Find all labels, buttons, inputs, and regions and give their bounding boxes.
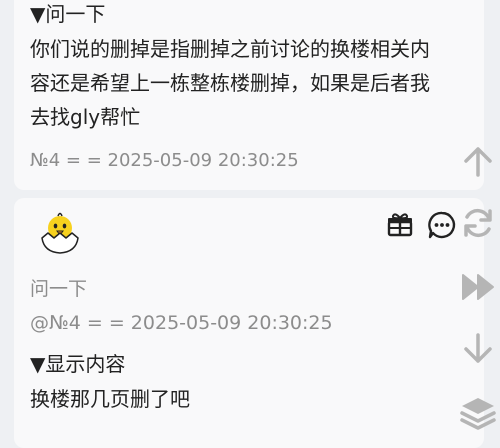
gift-icon[interactable] — [386, 210, 414, 242]
reply-card: 问一下 @№4 = = 2025-05-09 20:30:25 ▼显示内容 换楼… — [14, 198, 484, 448]
comment-icon[interactable] — [427, 210, 457, 244]
post-body-line: 容还是希望上一栋整栋楼删掉，如果是后者我 — [30, 71, 430, 95]
arrow-down-icon[interactable] — [459, 330, 497, 372]
quote-meta[interactable]: @№4 = = 2025-05-09 20:30:25 — [30, 312, 333, 334]
arrow-up-icon[interactable] — [459, 142, 497, 184]
reply-body: 换楼那几页删了吧 — [30, 387, 190, 411]
quote-title: 问一下 — [30, 278, 88, 300]
post-body-line: 你们说的删掉是指删掉之前讨论的换楼相关内 — [30, 37, 430, 61]
chick-in-eggshell-avatar-icon — [41, 212, 79, 254]
post-meta: №4 = = 2025-05-09 20:30:25 — [30, 150, 299, 171]
collapse-toggle[interactable]: ▼问一下 — [30, 0, 105, 27]
layers-icon[interactable] — [458, 394, 498, 438]
avatar[interactable] — [36, 208, 84, 256]
post-body-line: 去找gly帮忙 — [30, 105, 141, 129]
show-content-toggle[interactable]: ▼显示内容 — [30, 348, 125, 377]
fast-forward-icon[interactable] — [458, 268, 498, 310]
post-body: 你们说的删掉是指删掉之前讨论的换楼相关内 容还是希望上一栋整栋楼删掉，如果是后者… — [30, 32, 450, 134]
post-card-4: ▼问一下 你们说的删掉是指删掉之前讨论的换楼相关内 容还是希望上一栋整栋楼删掉，… — [14, 0, 484, 190]
refresh-icon[interactable] — [459, 204, 497, 246]
